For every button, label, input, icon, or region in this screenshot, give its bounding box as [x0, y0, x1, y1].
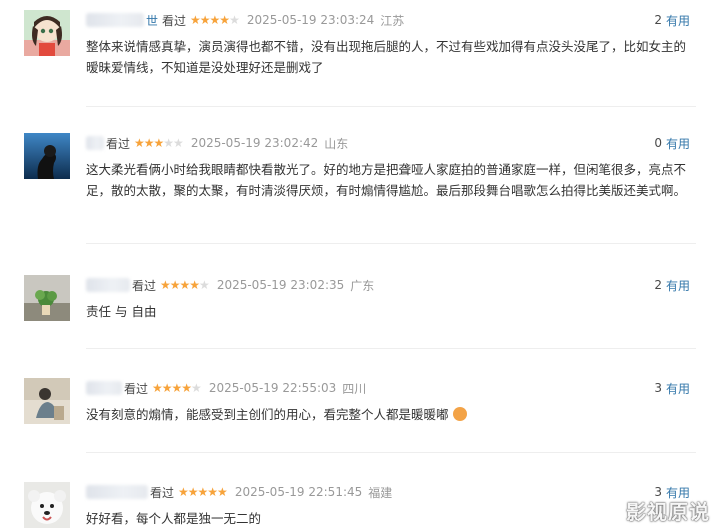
useful-vote[interactable]: 2 有用 — [654, 10, 690, 30]
review-meta: 看过 ★★★★★ 2025-05-19 23:02:35 广东 — [86, 275, 374, 295]
useful-button[interactable]: 有用 — [666, 12, 690, 29]
rating-stars: ★★★★★ — [160, 278, 210, 292]
watched-label: 看过 — [162, 13, 187, 28]
review-meta: 看过 ★★★★★ 2025-05-19 22:55:03 四川 — [86, 378, 366, 398]
review-time[interactable]: 2025-05-19 23:02:35 — [217, 278, 344, 292]
username-blurred[interactable] — [86, 13, 144, 27]
review-time[interactable]: 2025-05-19 22:55:03 — [209, 381, 336, 395]
watched-label: 看过 — [106, 136, 131, 151]
watermark-text: 影视原说 — [626, 500, 710, 524]
review-time[interactable]: 2025-05-19 22:51:45 — [235, 485, 362, 499]
vote-count: 2 — [654, 278, 662, 292]
divider — [86, 452, 696, 453]
user-avatar[interactable] — [24, 378, 70, 424]
useful-vote[interactable]: 3 有用 — [654, 378, 690, 398]
watched-label: 看过 — [150, 485, 175, 500]
rating-stars: ★★★★★ — [178, 485, 228, 499]
review-location: 四川 — [342, 381, 367, 396]
watched-label: 看过 — [132, 278, 157, 293]
username-blurred[interactable] — [86, 136, 104, 150]
review-content: 没有刻意的煽情，能感受到主创们的用心，看完整个人都是暖暖嘟 — [86, 404, 696, 425]
review-time[interactable]: 2025-05-19 23:02:42 — [191, 136, 318, 150]
useful-button[interactable]: 有用 — [666, 380, 690, 397]
divider — [86, 348, 696, 349]
username-tail[interactable]: 世 — [146, 12, 158, 29]
vote-count: 0 — [654, 136, 662, 150]
review-location: 山东 — [324, 136, 349, 151]
user-avatar[interactable] — [24, 10, 70, 56]
review-text: 没有刻意的煽情，能感受到主创们的用心，看完整个人都是暖暖嘟 — [86, 407, 449, 422]
review-meta: 世 看过 ★★★★★ 2025-05-19 23:03:24 江苏 — [86, 10, 404, 30]
review-location: 福建 — [368, 485, 393, 500]
useful-vote[interactable]: 0 有用 — [654, 133, 690, 153]
review-location: 广东 — [350, 278, 375, 293]
username-blurred[interactable] — [86, 485, 148, 499]
user-avatar[interactable] — [24, 275, 70, 321]
rating-stars: ★★★★★ — [134, 136, 184, 150]
review-location: 江苏 — [380, 13, 405, 28]
review-time[interactable]: 2025-05-19 23:03:24 — [247, 13, 374, 27]
useful-button[interactable]: 有用 — [666, 277, 690, 294]
review-content: 整体来说情感真挚，演员演得也都不错，没有出现拖后腿的人，不过有些戏加得有点没头没… — [86, 39, 687, 75]
review-content: 责任 与 自由 — [86, 304, 157, 319]
username-blurred[interactable] — [86, 381, 122, 395]
divider — [86, 106, 696, 107]
useful-vote[interactable]: 2 有用 — [654, 275, 690, 295]
username-blurred[interactable] — [86, 278, 130, 292]
user-avatar[interactable] — [24, 482, 70, 528]
divider — [86, 243, 696, 244]
review-content: 好好看，每个人都是独一无二的 — [86, 511, 262, 526]
review-meta: 看过 ★★★★★ 2025-05-19 22:51:45 福建 — [86, 482, 392, 502]
rating-stars: ★★★★★ — [190, 13, 240, 27]
review-content: 这大柔光看俩小时给我眼睛都快看散光了。好的地方是把聋哑人家庭拍的普通家庭一样，但… — [86, 162, 687, 198]
blushing-face-emoji-icon — [452, 407, 467, 421]
vote-count: 3 — [654, 381, 662, 395]
useful-button[interactable]: 有用 — [666, 135, 690, 152]
vote-count: 2 — [654, 13, 662, 27]
watched-label: 看过 — [124, 381, 149, 396]
rating-stars: ★★★★★ — [152, 381, 202, 395]
review-meta: 看过 ★★★★★ 2025-05-19 23:02:42 山东 — [86, 133, 348, 153]
user-avatar[interactable] — [24, 133, 70, 179]
